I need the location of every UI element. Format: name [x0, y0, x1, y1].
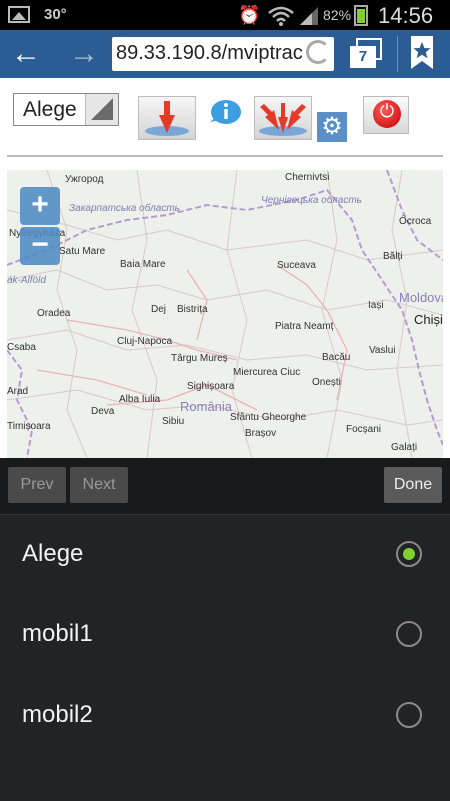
radio-icon[interactable] [396, 621, 422, 647]
picker-option[interactable]: Alege [0, 515, 450, 595]
alarm-icon: ⏰ [238, 5, 261, 25]
map-label: Deva [91, 406, 115, 417]
map-label: Miercurea Ciuc [233, 367, 301, 378]
map-label: Dej [151, 304, 167, 315]
toolbar-divider [397, 36, 398, 72]
select-picker: Alege mobil1 mobil2 [0, 514, 450, 801]
map-label: Brașov [245, 428, 277, 439]
done-button[interactable]: Done [384, 467, 442, 503]
map-label: Onești [312, 377, 341, 388]
map-label: Iași [368, 300, 384, 311]
map-label: Baia Mare [120, 259, 166, 270]
address-bar[interactable]: 89.33.190.8/mviptrac [112, 37, 334, 71]
map-label: Bacău [322, 352, 351, 363]
map-label: Oradea [37, 308, 71, 319]
radio-icon[interactable] [396, 702, 422, 728]
map-label: Arad [7, 386, 29, 397]
map-label: Suceava [277, 260, 316, 271]
map-label: Csaba [7, 342, 36, 353]
map-label: Chernivtsi [285, 172, 330, 183]
tabs-button[interactable]: 7 [348, 38, 384, 70]
map-label: Târgu Mureș [171, 353, 228, 364]
settings-gear-icon[interactable]: ⚙ [317, 112, 347, 142]
map-label: Sibiu [162, 416, 185, 427]
forward-arrow-icon[interactable]: → [66, 36, 102, 72]
picker-option[interactable]: mobil1 [0, 595, 450, 675]
bookmark-star-icon[interactable] [410, 36, 434, 70]
all-vehicles-button[interactable] [254, 96, 312, 140]
battery-icon [354, 5, 368, 26]
map-label: Cluj-Napoca [117, 336, 173, 347]
info-bubble-icon[interactable] [206, 98, 242, 128]
picker-option[interactable]: mobil2 [0, 676, 450, 756]
map-label: Sighișoara [187, 381, 235, 392]
radio-selected-icon[interactable] [396, 541, 422, 567]
zoom-out-button[interactable]: − [20, 227, 60, 265]
map-label: Bistrița [177, 304, 208, 315]
web-page: Alege ⚙ ⏻ Ужгород Закарпатська область Ч… [0, 78, 450, 458]
map-label: Alba Iulia [119, 394, 161, 405]
url-text: 89.33.190.8/mviptrac [116, 42, 303, 64]
map-label: Ócroca [399, 216, 432, 227]
vehicle-select[interactable]: Alege [13, 93, 119, 126]
map-label: Vaslui [369, 345, 396, 356]
signal-icon [300, 7, 318, 25]
zoom-control: + − [20, 187, 60, 265]
back-arrow-icon[interactable]: ← [8, 36, 44, 72]
all-vehicles-icon [259, 103, 307, 136]
map-label: Ужгород [65, 174, 104, 185]
option-label: mobil1 [22, 620, 93, 647]
battery-percent: 82% [323, 7, 352, 23]
zoom-in-button[interactable]: + [20, 187, 60, 225]
logout-button[interactable] [363, 96, 409, 134]
map-label: ák-Alföld [7, 275, 46, 286]
status-bar: 30° ⏰ 82% 14:56 [0, 0, 450, 30]
map-label: Timișoara [7, 421, 51, 432]
form-navigation-bar: Prev Next Done [0, 458, 450, 514]
single-vehicle-button[interactable] [138, 96, 196, 140]
option-label: mobil2 [22, 701, 93, 728]
select-value: Alege [23, 98, 77, 121]
next-button[interactable]: Next [70, 467, 128, 503]
map-label: Moldova [399, 290, 443, 305]
map-label: Galați [391, 442, 418, 453]
map-label: Chiși [414, 312, 443, 327]
map-label: Закарпатська область [69, 203, 180, 214]
map-label: Satu Mare [59, 246, 106, 257]
map-label: Sfântu Gheorghe [230, 412, 307, 423]
option-label: Alege [22, 540, 84, 567]
gallery-icon [8, 6, 30, 23]
map-label: Bălți [383, 251, 403, 262]
single-vehicle-icon [145, 101, 189, 136]
wifi-icon [268, 6, 294, 26]
temperature: 30° [44, 6, 67, 23]
browser-toolbar: ← → 89.33.190.8/mviptrac 7 [0, 30, 450, 78]
clock: 14:56 [378, 3, 434, 28]
map-label: Чернівецька область [261, 195, 362, 206]
reload-icon[interactable] [306, 40, 330, 64]
tab-count: 7 [350, 46, 376, 68]
divider-line [7, 155, 443, 157]
map-label: Focșani [346, 424, 382, 435]
map-view[interactable]: Ужгород Закарпатська область Чернівецька… [7, 170, 443, 458]
prev-button[interactable]: Prev [8, 467, 66, 503]
map-label: Piatra Neamț [275, 321, 334, 332]
map-label: România [180, 399, 233, 414]
dropdown-arrow-icon [85, 94, 118, 125]
power-icon [373, 100, 401, 128]
